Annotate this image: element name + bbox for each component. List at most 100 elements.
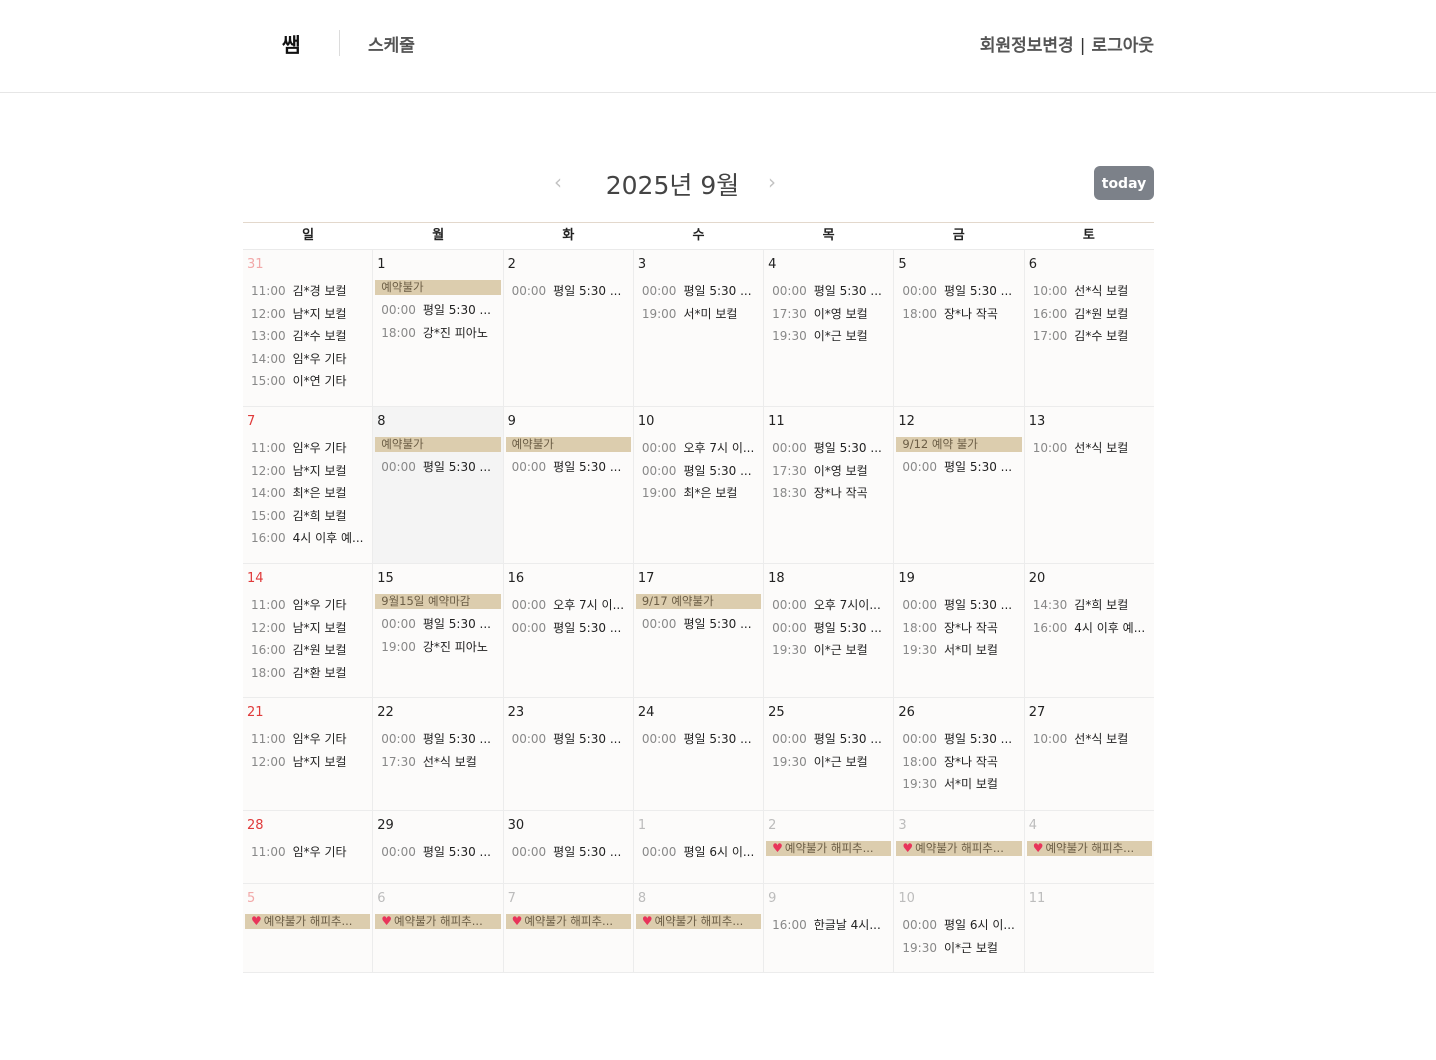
calendar-event[interactable]: 11:00 김*경 보컬 [245,280,370,303]
calendar-event[interactable]: 00:00 평일 5:30 ... [506,617,631,640]
calendar-event[interactable]: 19:30 이*근 보컬 [896,937,1021,960]
calendar-event[interactable]: 00:00 평일 5:30 ... [636,460,761,483]
calendar-event[interactable]: 19:30 서*미 보컬 [896,773,1021,796]
calendar-event[interactable]: 00:00 오후 7시 이... [636,437,761,460]
calendar-event[interactable]: 10:00 선*식 보컬 [1027,437,1152,460]
day-cell[interactable]: 1 00:00 평일 6시 이... [633,811,765,883]
calendar-event[interactable]: 18:00 김*환 보컬 [245,662,370,685]
all-day-event-banner[interactable]: ♥ 예약불가 해피추... [766,841,892,856]
all-day-event-banner[interactable]: ♥ 예약불가 해피추... [375,914,501,929]
day-cell[interactable]: 28 11:00 임*우 기타 [243,811,374,883]
day-cell[interactable]: 30 00:00 평일 5:30 ... [503,811,634,883]
calendar-event[interactable]: 14:00 최*은 보컬 [245,482,370,505]
day-cell[interactable]: 10 00:00 평일 6시 이... 19:30 이*근 보컬 [894,884,1025,972]
all-day-event-banner[interactable]: 9/17 예약불가 [635,594,762,609]
calendar-event[interactable]: 00:00 평일 5:30 ... [375,841,500,864]
calendar-event[interactable]: 18:00 장*나 작곡 [896,617,1021,640]
profile-edit-link[interactable]: 회원정보변경 [980,36,1074,56]
calendar-event[interactable]: 10:00 선*식 보컬 [1027,280,1152,303]
day-cell[interactable]: 26 00:00 평일 5:30 ... 18:00 장*나 작곡 19:30 서*미 보컬 [894,698,1025,810]
day-cell[interactable]: 4 ♥ 예약불가 해피추... [1024,811,1154,883]
calendar-event[interactable]: 18:00 장*나 작곡 [896,751,1021,774]
calendar-event[interactable]: 00:00 평일 5:30 ... [896,280,1021,303]
day-cell[interactable]: 8 예약불가 00:00 평일 5:30 ... [373,407,504,563]
calendar-event[interactable]: 00:00 평일 5:30 ... [766,617,891,640]
calendar-event[interactable]: 11:00 임*우 기타 [245,437,370,460]
day-cell[interactable]: 11 [1024,884,1154,972]
day-cell[interactable]: 5 ♥ 예약불가 해피추... [243,884,374,972]
day-cell[interactable]: 7 ♥ 예약불가 해피추... [503,884,634,972]
day-cell[interactable]: 3 ♥ 예약불가 해피추... [894,811,1025,883]
calendar-event[interactable]: 17:30 이*영 보컬 [766,303,891,326]
calendar-event[interactable]: 00:00 평일 5:30 ... [506,841,631,864]
calendar-event[interactable]: 00:00 평일 5:30 ... [896,594,1021,617]
day-cell[interactable]: 22 00:00 평일 5:30 ... 17:30 선*식 보컬 [373,698,504,810]
day-cell[interactable]: 2 00:00 평일 5:30 ... [503,250,634,406]
day-cell[interactable]: 7 11:00 임*우 기타 12:00 남*지 보컬 14:00 최*은 보컬 15:00 김… [243,407,374,563]
calendar-event[interactable]: 19:00 최*은 보컬 [636,482,761,505]
calendar-event[interactable]: 00:00 평일 5:30 ... [766,437,891,460]
calendar-event[interactable]: 19:30 이*근 보컬 [766,325,891,348]
day-cell[interactable]: 3 00:00 평일 5:30 ... 19:00 서*미 보컬 [633,250,765,406]
day-cell[interactable]: 9 예약불가 00:00 평일 5:30 ... [503,407,634,563]
day-cell[interactable]: 21 11:00 임*우 기타 12:00 남*지 보컬 [243,698,374,810]
calendar-event[interactable]: 16:00 4시 이후 예... [1027,617,1152,640]
calendar-event[interactable]: 15:00 김*희 보컬 [245,505,370,528]
calendar-event[interactable]: 00:00 평일 5:30 ... [506,280,631,303]
calendar-event[interactable]: 19:00 강*진 피아노 [375,636,500,659]
all-day-event-banner[interactable]: 예약불가 [375,437,501,452]
calendar-event[interactable]: 12:00 남*지 보컬 [245,303,370,326]
day-cell[interactable]: 5 00:00 평일 5:30 ... 18:00 장*나 작곡 [894,250,1025,406]
calendar-event[interactable]: 00:00 평일 5:30 ... [375,613,500,636]
calendar-event[interactable]: 00:00 평일 5:30 ... [636,280,761,303]
all-day-event-banner[interactable]: 9/12 예약 불가 [896,437,1022,452]
day-cell[interactable]: 13 10:00 선*식 보컬 [1024,407,1154,563]
calendar-event[interactable]: 14:00 임*우 기타 [245,348,370,371]
calendar-event[interactable]: 11:00 임*우 기타 [245,728,370,751]
day-cell[interactable]: 20 14:30 김*희 보컬 16:00 4시 이후 예... [1024,564,1154,697]
calendar-event[interactable]: 00:00 평일 5:30 ... [636,613,761,636]
calendar-event[interactable]: 00:00 평일 5:30 ... [506,456,631,479]
day-cell[interactable]: 15 9월15일 예약마감 00:00 평일 5:30 ... 19:00 강*진 피아노 [373,564,504,697]
all-day-event-banner[interactable]: 예약불가 [375,280,501,295]
calendar-event[interactable]: 14:30 김*희 보컬 [1027,594,1152,617]
calendar-event[interactable]: 12:00 남*지 보컬 [245,460,370,483]
calendar-event[interactable]: 18:00 장*나 작곡 [896,303,1021,326]
all-day-event-banner[interactable]: 예약불가 [505,437,631,452]
calendar-event[interactable]: 11:00 임*우 기타 [245,594,370,617]
day-cell[interactable]: 12 9/12 예약 불가 00:00 평일 5:30 ... [894,407,1025,563]
all-day-event-banner[interactable]: ♥ 예약불가 해피추... [896,841,1022,856]
day-cell[interactable]: 9 16:00 한글날 4시... [764,884,895,972]
all-day-event-banner[interactable]: ♥ 예약불가 해피추... [505,914,631,929]
day-cell[interactable]: 25 00:00 평일 5:30 ... 19:30 이*근 보컬 [764,698,895,810]
day-cell[interactable]: 19 00:00 평일 5:30 ... 18:00 장*나 작곡 19:30 서*미 보컬 [894,564,1025,697]
calendar-event[interactable]: 18:30 장*나 작곡 [766,482,891,505]
day-cell[interactable]: 27 10:00 선*식 보컬 [1024,698,1154,810]
calendar-event[interactable]: 19:00 서*미 보컬 [636,303,761,326]
day-cell[interactable]: 14 11:00 임*우 기타 12:00 남*지 보컬 16:00 김*원 보컬 18:00… [243,564,374,697]
day-cell[interactable]: 29 00:00 평일 5:30 ... [373,811,504,883]
calendar-event[interactable]: 00:00 평일 5:30 ... [375,456,500,479]
calendar-event[interactable]: 00:00 평일 5:30 ... [766,280,891,303]
calendar-event[interactable]: 19:30 서*미 보컬 [896,639,1021,662]
day-cell[interactable]: 16 00:00 오후 7시 이... 00:00 평일 5:30 ... [503,564,634,697]
calendar-event[interactable]: 00:00 오후 7시 이... [506,594,631,617]
day-cell[interactable]: 2 ♥ 예약불가 해피추... [764,811,895,883]
next-month-icon[interactable]: › [768,170,776,194]
day-cell[interactable]: 11 00:00 평일 5:30 ... 17:30 이*영 보컬 18:30 장*나 작곡 [764,407,895,563]
calendar-event[interactable]: 11:00 임*우 기타 [245,841,370,864]
calendar-event[interactable]: 16:00 김*원 보컬 [245,639,370,662]
day-cell[interactable]: 6 ♥ 예약불가 해피추... [373,884,504,972]
calendar-event[interactable]: 12:00 남*지 보컬 [245,751,370,774]
day-cell[interactable]: 10 00:00 오후 7시 이... 00:00 평일 5:30 ... 19:00 최*… [633,407,765,563]
day-cell[interactable]: 24 00:00 평일 5:30 ... [633,698,765,810]
calendar-event[interactable]: 00:00 평일 6시 이... [896,914,1021,937]
calendar-event[interactable]: 17:30 이*영 보컬 [766,460,891,483]
calendar-event[interactable]: 15:00 이*연 기타 [245,370,370,393]
calendar-event[interactable]: 16:00 한글날 4시... [766,914,891,937]
calendar-event[interactable]: 17:30 선*식 보컬 [375,751,500,774]
calendar-event[interactable]: 00:00 평일 5:30 ... [896,728,1021,751]
nav-schedule-link[interactable]: 스케줄 [368,31,415,56]
day-cell[interactable]: 31 11:00 김*경 보컬 12:00 남*지 보컬 13:00 김*수 보컬 14:00… [243,250,374,406]
logout-link[interactable]: 로그아웃 [1091,36,1154,56]
